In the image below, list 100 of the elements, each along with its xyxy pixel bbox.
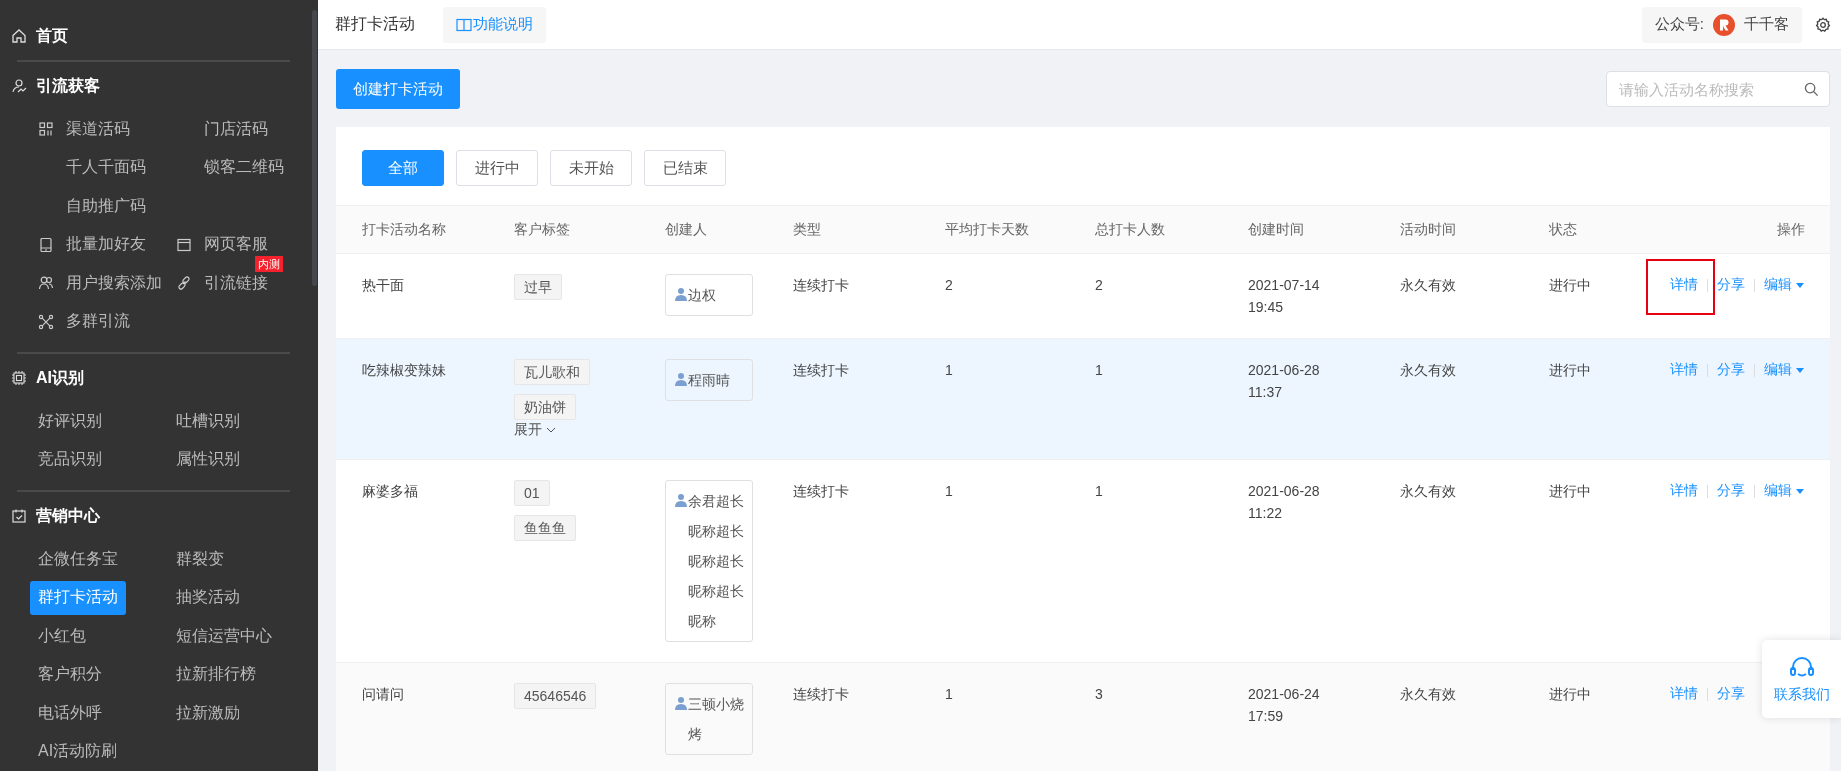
activity-name: 吃辣椒变辣妹 [362, 361, 446, 380]
logo-icon [1713, 13, 1735, 36]
nav-section-header[interactable]: 首页 [0, 12, 318, 60]
customer-tag: 瓦儿歌和 [514, 359, 590, 385]
nav-item[interactable]: 竞品识别 [30, 442, 110, 477]
table-cell-text: 1 [945, 361, 953, 380]
table-cell-text: 17:59 [1248, 707, 1284, 726]
activity-name: 问请问 [362, 685, 404, 704]
action-link[interactable]: 详情 [1670, 276, 1698, 294]
nav-item[interactable]: 渠道活码 [30, 112, 138, 147]
tablet-icon [38, 236, 54, 253]
table-cell-text: 进行中 [1549, 482, 1591, 501]
users-icon [38, 275, 54, 292]
calendar-icon [11, 508, 27, 524]
column-header: 创建人 [665, 220, 708, 239]
edit-dropdown[interactable]: 编辑 [1764, 276, 1804, 294]
nav-item[interactable]: 门店活码 [168, 112, 276, 147]
nav-item[interactable]: 抽奖活动 [168, 580, 248, 615]
nav-item[interactable]: 属性识别 [168, 442, 248, 477]
grid-icon [38, 121, 54, 138]
table-cell-text: 1 [1095, 361, 1103, 380]
creator-name: 程雨晴 [688, 371, 731, 390]
action-link[interactable]: 分享 [1717, 482, 1745, 500]
chip-icon [11, 370, 27, 386]
table-cell-text: 连续打卡 [793, 482, 849, 501]
nav-item[interactable]: 用户搜索添加 [30, 266, 170, 301]
table-cell-text: 永久有效 [1400, 685, 1456, 704]
activity-name: 热干面 [362, 276, 404, 295]
table-cell-text: 2021-06-28 [1248, 482, 1320, 501]
table-cell-text: 1 [1095, 482, 1103, 501]
book-icon [456, 17, 472, 32]
customer-tag: 鱼鱼鱼 [514, 515, 576, 541]
page-title: 群打卡活动 [335, 14, 415, 34]
scrollbar-thumb[interactable] [312, 10, 317, 286]
nav-item[interactable]: 拉新排行榜 [168, 657, 264, 692]
expand-link[interactable]: 展开 [514, 421, 556, 439]
caret-icon [1796, 488, 1804, 494]
table-cell-text: 永久有效 [1400, 482, 1456, 501]
creator-name: 余君超长昵称超长昵称超长昵称超长昵称 [688, 492, 744, 631]
window-icon [176, 236, 192, 253]
search-field[interactable]: 请输入活动名称搜索 [1606, 71, 1830, 107]
filter-tab[interactable]: 已结束 [644, 150, 726, 186]
nav-item[interactable]: 群裂变 [168, 542, 232, 577]
column-header: 类型 [793, 220, 822, 239]
table-cell-text: 19:45 [1248, 298, 1284, 317]
activity-name: 麻婆多福 [362, 482, 418, 501]
customer-tag: 45646546 [514, 683, 597, 709]
nav-item[interactable]: 锁客二维码 [168, 150, 292, 185]
nav-item[interactable]: 好评识别 [30, 404, 110, 439]
action-link[interactable]: 详情 [1670, 482, 1698, 500]
table-cell-text: 连续打卡 [793, 276, 849, 295]
column-header: 平均打卡天数 [945, 220, 1030, 239]
creator-name: 边权 [688, 286, 717, 305]
table-cell-text: 永久有效 [1400, 276, 1456, 295]
action-link[interactable]: 分享 [1717, 276, 1745, 294]
filter-tab[interactable]: 未开始 [550, 150, 632, 186]
settings-icon[interactable] [1815, 16, 1831, 33]
column-header: 活动时间 [1400, 220, 1457, 239]
nav-item[interactable]: 吐槽识别 [168, 404, 248, 439]
table-cell-text: 进行中 [1549, 276, 1591, 295]
nav-item[interactable]: 多群引流 [30, 304, 138, 339]
search-icon[interactable] [1804, 82, 1819, 97]
person-icon [674, 493, 688, 507]
column-header: 总打卡人数 [1095, 220, 1166, 239]
nav-item[interactable]: 企微任务宝 [30, 542, 126, 577]
filter-tab[interactable]: 进行中 [456, 150, 538, 186]
account-name: 千千客 [1744, 15, 1789, 34]
nav-item[interactable]: AI活动防刷 [30, 734, 126, 769]
nav-section-header[interactable]: 引流获客 [0, 62, 318, 110]
table-cell-text: 11:22 [1248, 504, 1282, 523]
nav-item[interactable]: 批量加好友 [30, 227, 154, 262]
customer-tag: 01 [514, 480, 550, 506]
table-cell-text: 2021-06-28 [1248, 361, 1320, 380]
nav-item[interactable]: 拉新激励 [168, 696, 248, 731]
nav-item[interactable]: 短信运营中心 [168, 619, 280, 654]
edit-dropdown[interactable]: 编辑 [1764, 482, 1804, 500]
table-cell-text: 2 [1095, 276, 1103, 295]
table-cell-text: 2 [945, 276, 953, 295]
chevron-down-icon [546, 427, 556, 433]
customer-tag: 奶油饼 [514, 394, 576, 420]
user-chart-icon [11, 78, 27, 94]
nav-item[interactable]: 电话外呼 [30, 696, 110, 731]
table-cell-text: 3 [1095, 685, 1103, 704]
customer-tag: 过早 [514, 274, 562, 300]
nav-item[interactable]: 客户积分 [30, 657, 110, 692]
nav-item[interactable]: 小红包 [30, 619, 94, 654]
nav-section-header[interactable]: AI识别 [0, 354, 318, 402]
table-cell-text: 2021-07-14 [1248, 276, 1320, 295]
creator-name: 三顿小烧烤 [688, 695, 744, 744]
table-cell-text: 连续打卡 [793, 361, 849, 380]
beta-badge: 内测 [255, 255, 283, 272]
network-icon [38, 313, 54, 330]
column-header: 操作 [1777, 220, 1806, 239]
caret-icon [1796, 367, 1804, 373]
nav-section-header[interactable]: 营销中心 [0, 492, 318, 540]
column-header: 打卡活动名称 [361, 220, 447, 239]
nav-item[interactable]: 千人千面码 [30, 150, 154, 185]
column-header: 客户标签 [514, 220, 571, 239]
column-header: 创建时间 [1248, 220, 1305, 239]
nav-item[interactable]: 自助推广码 [30, 189, 154, 224]
